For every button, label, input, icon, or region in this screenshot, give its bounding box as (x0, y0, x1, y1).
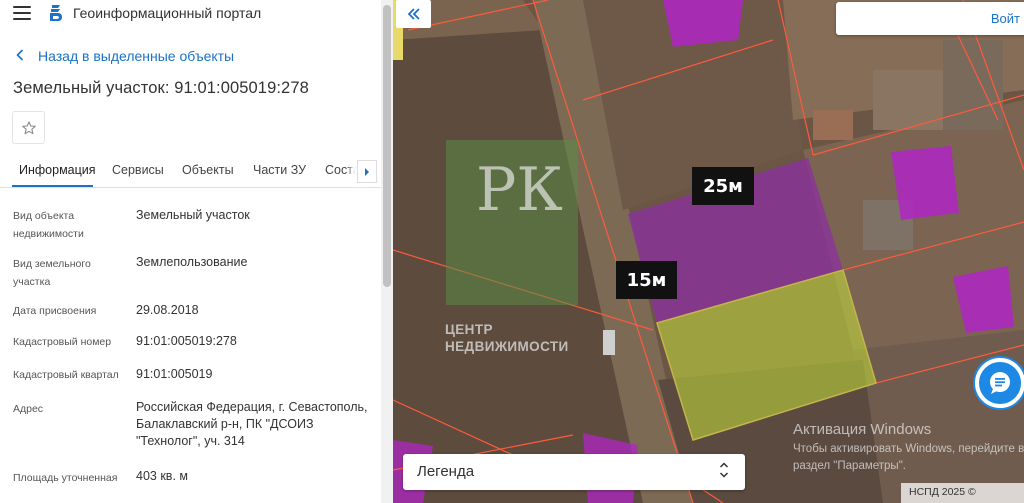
legend-label: Легенда (417, 463, 475, 480)
tabs-scroll-right-button[interactable] (357, 160, 377, 183)
app-header: Геоинформационный портал (0, 0, 393, 28)
tab-objects[interactable]: Объекты (182, 163, 234, 177)
chevron-right-icon (365, 167, 369, 176)
double-chevron-left-icon (407, 8, 420, 20)
watermark-caption: ЦЕНТР НЕДВИЖИМОСТИ (445, 321, 569, 355)
back-to-selection-link[interactable]: Назад в выделенные объекты (16, 48, 234, 65)
value-cadastral-number: 91:01:005019:278 (136, 334, 237, 348)
panel-scrollbar-thumb[interactable] (383, 5, 391, 287)
windows-activation-title: Активация Windows (793, 421, 932, 438)
label-assign-date: Дата присвоения (13, 305, 97, 317)
value-assign-date: 29.08.2018 (136, 303, 199, 317)
tab-information[interactable]: Информация (19, 163, 96, 177)
attribution-text: НСПД 2025 © (909, 486, 976, 498)
login-label[interactable]: Войт (991, 11, 1020, 26)
active-tab-indicator (12, 185, 93, 187)
chevron-left-icon (16, 48, 30, 65)
label-cadastral-number: Кадастровый номер (13, 336, 112, 348)
tab-services[interactable]: Сервисы (112, 163, 164, 177)
windows-activation-hint: Чтобы активировать Windows, перейдите в … (793, 443, 1024, 472)
page-title: Земельный участок: 91:01:005019:278 (13, 79, 309, 97)
dimension-label-length: 25м (692, 167, 754, 205)
login-search-box[interactable]: Войт (836, 2, 1024, 35)
value-cadastral-quarter: 91:01:005019 (136, 367, 213, 381)
watermark-line-2: НЕДВИЖИМОСТИ (445, 339, 569, 354)
favorite-button[interactable] (12, 111, 45, 144)
app-title: Геоинформационный портал (73, 5, 262, 21)
portal-logo-icon (49, 4, 63, 22)
label-parcel-type: Вид земельного участка (13, 258, 91, 288)
tab-bar: Информация Сервисы Объекты Части ЗУ Сост… (0, 155, 381, 188)
map-attribution: НСПД 2025 © (901, 483, 1024, 503)
legend-dropdown[interactable]: Легенда (403, 454, 745, 490)
chat-button[interactable] (975, 358, 1024, 408)
label-object-type: Вид объекта недвижимости (13, 210, 84, 240)
value-object-type: Земельный участок (136, 208, 250, 222)
map-view[interactable]: РК ЦЕНТР НЕДВИЖИМОСТИ 25м 15м Войт Актив… (393, 0, 1024, 503)
label-address: Адрес (13, 403, 44, 415)
updown-chevron-icon (719, 461, 729, 484)
watermark-line-1: ЦЕНТР (445, 322, 493, 337)
tab-parcel-parts[interactable]: Части ЗУ (253, 163, 306, 177)
value-area: 403 кв. м (136, 469, 188, 483)
label-area: Площадь уточненная (13, 472, 118, 484)
chat-bubble-icon (990, 372, 1010, 394)
value-parcel-type: Землепользование (136, 255, 248, 269)
dimension-label-width: 15м (616, 261, 677, 299)
info-panel: Геоинформационный портал Назад в выделен… (0, 0, 393, 503)
back-link-label: Назад в выделенные объекты (38, 48, 235, 64)
value-address: Российская Федерация, г. Севастополь, Ба… (136, 400, 368, 448)
hamburger-icon[interactable] (13, 6, 31, 20)
label-cadastral-quarter: Кадастровый квартал (13, 369, 119, 381)
tab-composition[interactable]: Соста (325, 163, 360, 177)
watermark-logo: РК (446, 140, 578, 305)
star-outline-icon (21, 120, 36, 134)
collapse-panel-button[interactable] (396, 0, 431, 28)
watermark-letter-r: РК (476, 155, 563, 225)
